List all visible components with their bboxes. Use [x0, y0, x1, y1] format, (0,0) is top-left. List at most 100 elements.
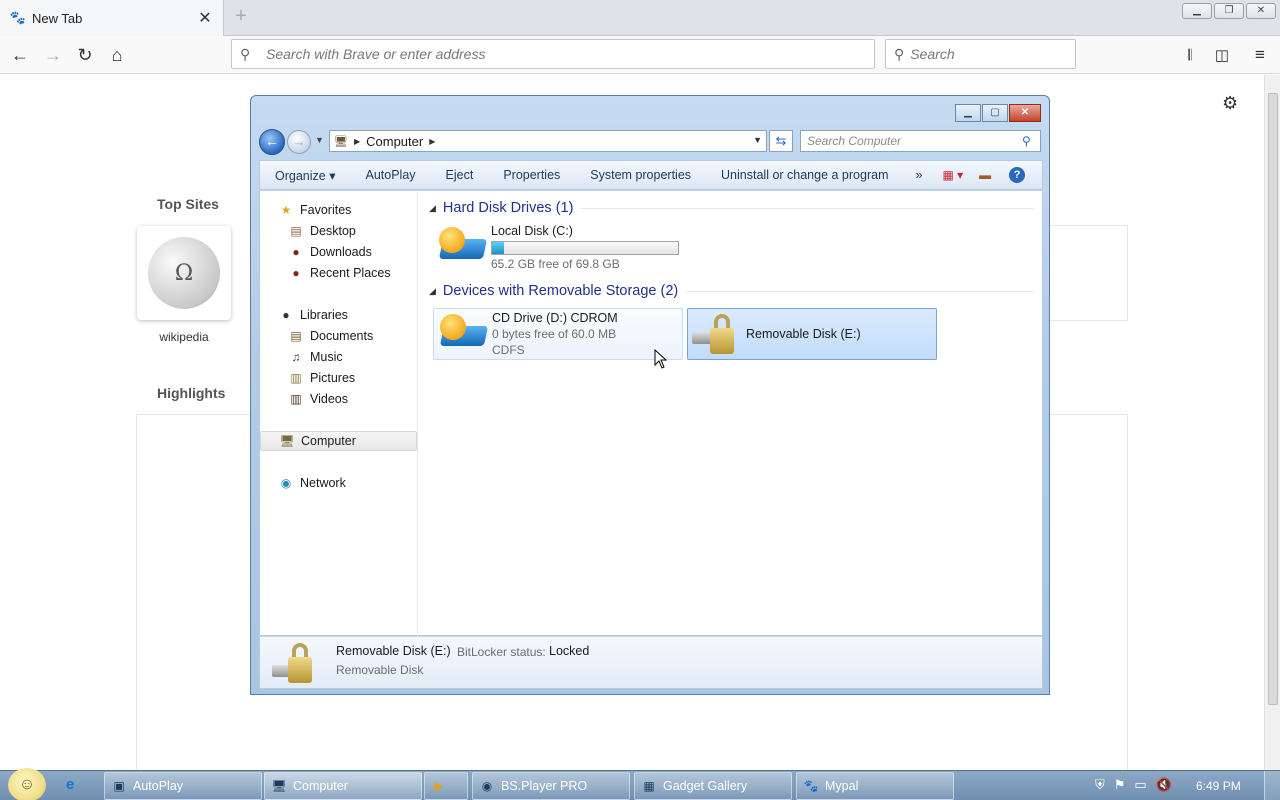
- nav-computer-label: Computer: [301, 434, 356, 448]
- back-icon[interactable]: ←: [7, 42, 33, 68]
- tab-close-icon[interactable]: ✕: [197, 8, 213, 28]
- top-site-placeholder: [1040, 225, 1128, 321]
- reload-icon[interactable]: ↻: [72, 42, 98, 68]
- taskbar-item-gadget-gallery[interactable]: ▦ Gadget Gallery: [634, 772, 792, 800]
- collapse-triangle-icon[interactable]: ◢: [429, 203, 436, 214]
- taskbar-item-mypal[interactable]: 🐾 Mypal: [796, 772, 954, 800]
- menu-icon[interactable]: ≡: [1247, 42, 1273, 68]
- drive-cd-d[interactable]: CD Drive (D:) CDROM 0 bytes free of 60.0…: [433, 308, 683, 360]
- scrollbar-thumb[interactable]: [1268, 93, 1278, 705]
- uninstall-program-button[interactable]: Uninstall or change a program: [706, 168, 903, 182]
- tab-title: New Tab: [32, 10, 83, 26]
- address-bar[interactable]: ⚲ Search with Brave or enter address: [231, 39, 875, 69]
- taskbar-media-player-button[interactable]: ▶: [424, 772, 468, 800]
- explorer-close-button[interactable]: ✕: [1009, 104, 1041, 122]
- new-tab-plus-icon[interactable]: +: [230, 6, 252, 28]
- taskbar-item-autoplay[interactable]: ▣ AutoPlay: [104, 772, 262, 800]
- nav-network[interactable]: ◉ Network: [260, 473, 417, 493]
- drive-local-disk-c[interactable]: Local Disk (C:) 65.2 GB free of 69.8 GB: [433, 221, 683, 273]
- internet-explorer-icon[interactable]: e: [66, 776, 74, 793]
- drive-removable-e[interactable]: Removable Disk (E:): [687, 308, 937, 360]
- group-divider: [581, 207, 1034, 209]
- highlights-heading: Highlights: [157, 385, 226, 401]
- nav-documents-label: Documents: [310, 329, 374, 343]
- page-scrollbar[interactable]: [1264, 75, 1280, 770]
- taskbar-item-bsplayer[interactable]: ◉ BS.Player PRO: [472, 772, 630, 800]
- eject-button[interactable]: Eject: [431, 168, 489, 182]
- explorer-back-button[interactable]: ←: [259, 129, 285, 155]
- nav-favorites[interactable]: ★ Favorites: [260, 200, 417, 220]
- explorer-forward-button[interactable]: →: [287, 130, 311, 154]
- home-icon[interactable]: ⌂: [104, 42, 130, 68]
- usb-drive-shape: [692, 332, 712, 344]
- explorer-search-box[interactable]: Search Computer ⚲: [800, 130, 1041, 152]
- change-view-icon[interactable]: ▦ ▾: [934, 168, 971, 182]
- top-site-wikipedia[interactable]: Ω: [137, 226, 231, 320]
- tab-strip: 🐾 New Tab ✕ + ▁ ❐ ✕: [0, 0, 1280, 36]
- nav-recent-places[interactable]: ● Recent Places: [260, 263, 417, 283]
- group-hard-disk-title: Hard Disk Drives (1): [442, 200, 574, 216]
- taskbar-item-label: BS.Player PRO: [501, 779, 588, 793]
- details-drive-name: Removable Disk (E:): [336, 644, 451, 658]
- library-icon[interactable]: 𝄃: [1177, 42, 1203, 68]
- more-commands-button[interactable]: »: [903, 168, 934, 182]
- breadcrumb-chevron-icon[interactable]: ▶: [429, 137, 435, 146]
- explorer-maximize-button[interactable]: ▢: [982, 104, 1008, 122]
- nav-libraries[interactable]: ● Libraries: [260, 305, 417, 325]
- drive-free-space: 65.2 GB free of 69.8 GB: [491, 256, 620, 271]
- nav-downloads-label: Downloads: [310, 245, 372, 259]
- system-properties-button[interactable]: System properties: [575, 168, 706, 182]
- show-desktop-button[interactable]: [1264, 771, 1280, 800]
- settings-gear-icon[interactable]: ⚙: [1222, 93, 1238, 114]
- organize-button[interactable]: Organize ▾: [260, 168, 350, 183]
- media-player-icon: ▶: [434, 779, 444, 793]
- explorer-minimize-button[interactable]: ▁: [955, 104, 981, 122]
- drive-info: Removable Disk (E:): [746, 327, 861, 341]
- explorer-window: ▁ ▢ ✕ ← → ▼ 🖥 ▶ Computer ▶ ▼ ⇆ Search Co…: [250, 95, 1050, 695]
- security-shield-icon[interactable]: ⛨: [1095, 777, 1105, 793]
- collapse-triangle-icon[interactable]: ◢: [429, 286, 436, 297]
- explorer-address-bar[interactable]: 🖥 ▶ Computer ▶ ▼: [329, 130, 767, 152]
- nav-downloads[interactable]: ● Downloads: [260, 242, 417, 262]
- drive-filesystem: CDFS: [492, 343, 525, 357]
- search-box[interactable]: ⚲ Search: [885, 39, 1076, 69]
- nav-music[interactable]: ♫ Music: [260, 347, 417, 367]
- nav-computer[interactable]: 🖥 Computer: [260, 431, 417, 451]
- history-dropdown-icon[interactable]: ▼: [315, 135, 324, 145]
- properties-button[interactable]: Properties: [488, 168, 575, 182]
- group-removable-storage[interactable]: ◢ Devices with Removable Storage (2): [429, 283, 1034, 299]
- preview-pane-icon[interactable]: ▬: [971, 168, 999, 182]
- group-removable-title: Devices with Removable Storage (2): [442, 283, 679, 299]
- volume-muted-icon[interactable]: 🔇: [1156, 777, 1172, 793]
- sidebar-icon[interactable]: ◫: [1209, 42, 1235, 68]
- taskbar-clock[interactable]: 6:49 PM: [1196, 779, 1241, 793]
- nav-desktop[interactable]: ▤ Desktop: [260, 221, 417, 241]
- autoplay-button[interactable]: AutoPlay: [350, 168, 430, 182]
- close-window-button[interactable]: ✕: [1246, 3, 1276, 19]
- taskbar-item-label: Gadget Gallery: [663, 779, 748, 793]
- pictures-icon: ▥: [290, 371, 302, 385]
- nav-pictures[interactable]: ▥ Pictures: [260, 368, 417, 388]
- address-dropdown-icon[interactable]: ▼: [753, 135, 762, 145]
- nav-documents[interactable]: ▤ Documents: [260, 326, 417, 346]
- network-icon: ◉: [280, 476, 292, 490]
- help-icon[interactable]: ?: [1009, 167, 1026, 183]
- explorer-refresh-button[interactable]: ⇆: [769, 130, 793, 152]
- nav-videos[interactable]: ▥ Videos: [260, 389, 417, 409]
- nav-recent-places-label: Recent Places: [310, 266, 391, 280]
- taskbar-item-computer[interactable]: 🖥 Computer: [264, 772, 422, 800]
- group-hard-disk-drives[interactable]: ◢ Hard Disk Drives (1): [429, 200, 1034, 216]
- taskbar-item-label: Computer: [293, 779, 348, 793]
- forward-icon[interactable]: →: [40, 42, 66, 68]
- breadcrumb-chevron-icon[interactable]: ▶: [354, 137, 360, 146]
- explorer-window-controls: ▁ ▢ ✕: [954, 104, 1041, 122]
- minimize-window-button[interactable]: ▁: [1182, 3, 1212, 19]
- tab-new-tab[interactable]: 🐾 New Tab ✕: [0, 0, 224, 36]
- restore-window-button[interactable]: ❐: [1214, 3, 1244, 19]
- taskbar-item-label: AutoPlay: [133, 779, 184, 793]
- content-pane: ◢ Hard Disk Drives (1) Local Disk (C:) 6…: [419, 191, 1044, 636]
- breadcrumb-computer[interactable]: Computer: [366, 134, 423, 149]
- action-center-flag-icon[interactable]: ⚑: [1114, 777, 1126, 793]
- start-button[interactable]: ☺: [8, 768, 46, 800]
- network-monitor-icon[interactable]: ▭: [1134, 777, 1146, 793]
